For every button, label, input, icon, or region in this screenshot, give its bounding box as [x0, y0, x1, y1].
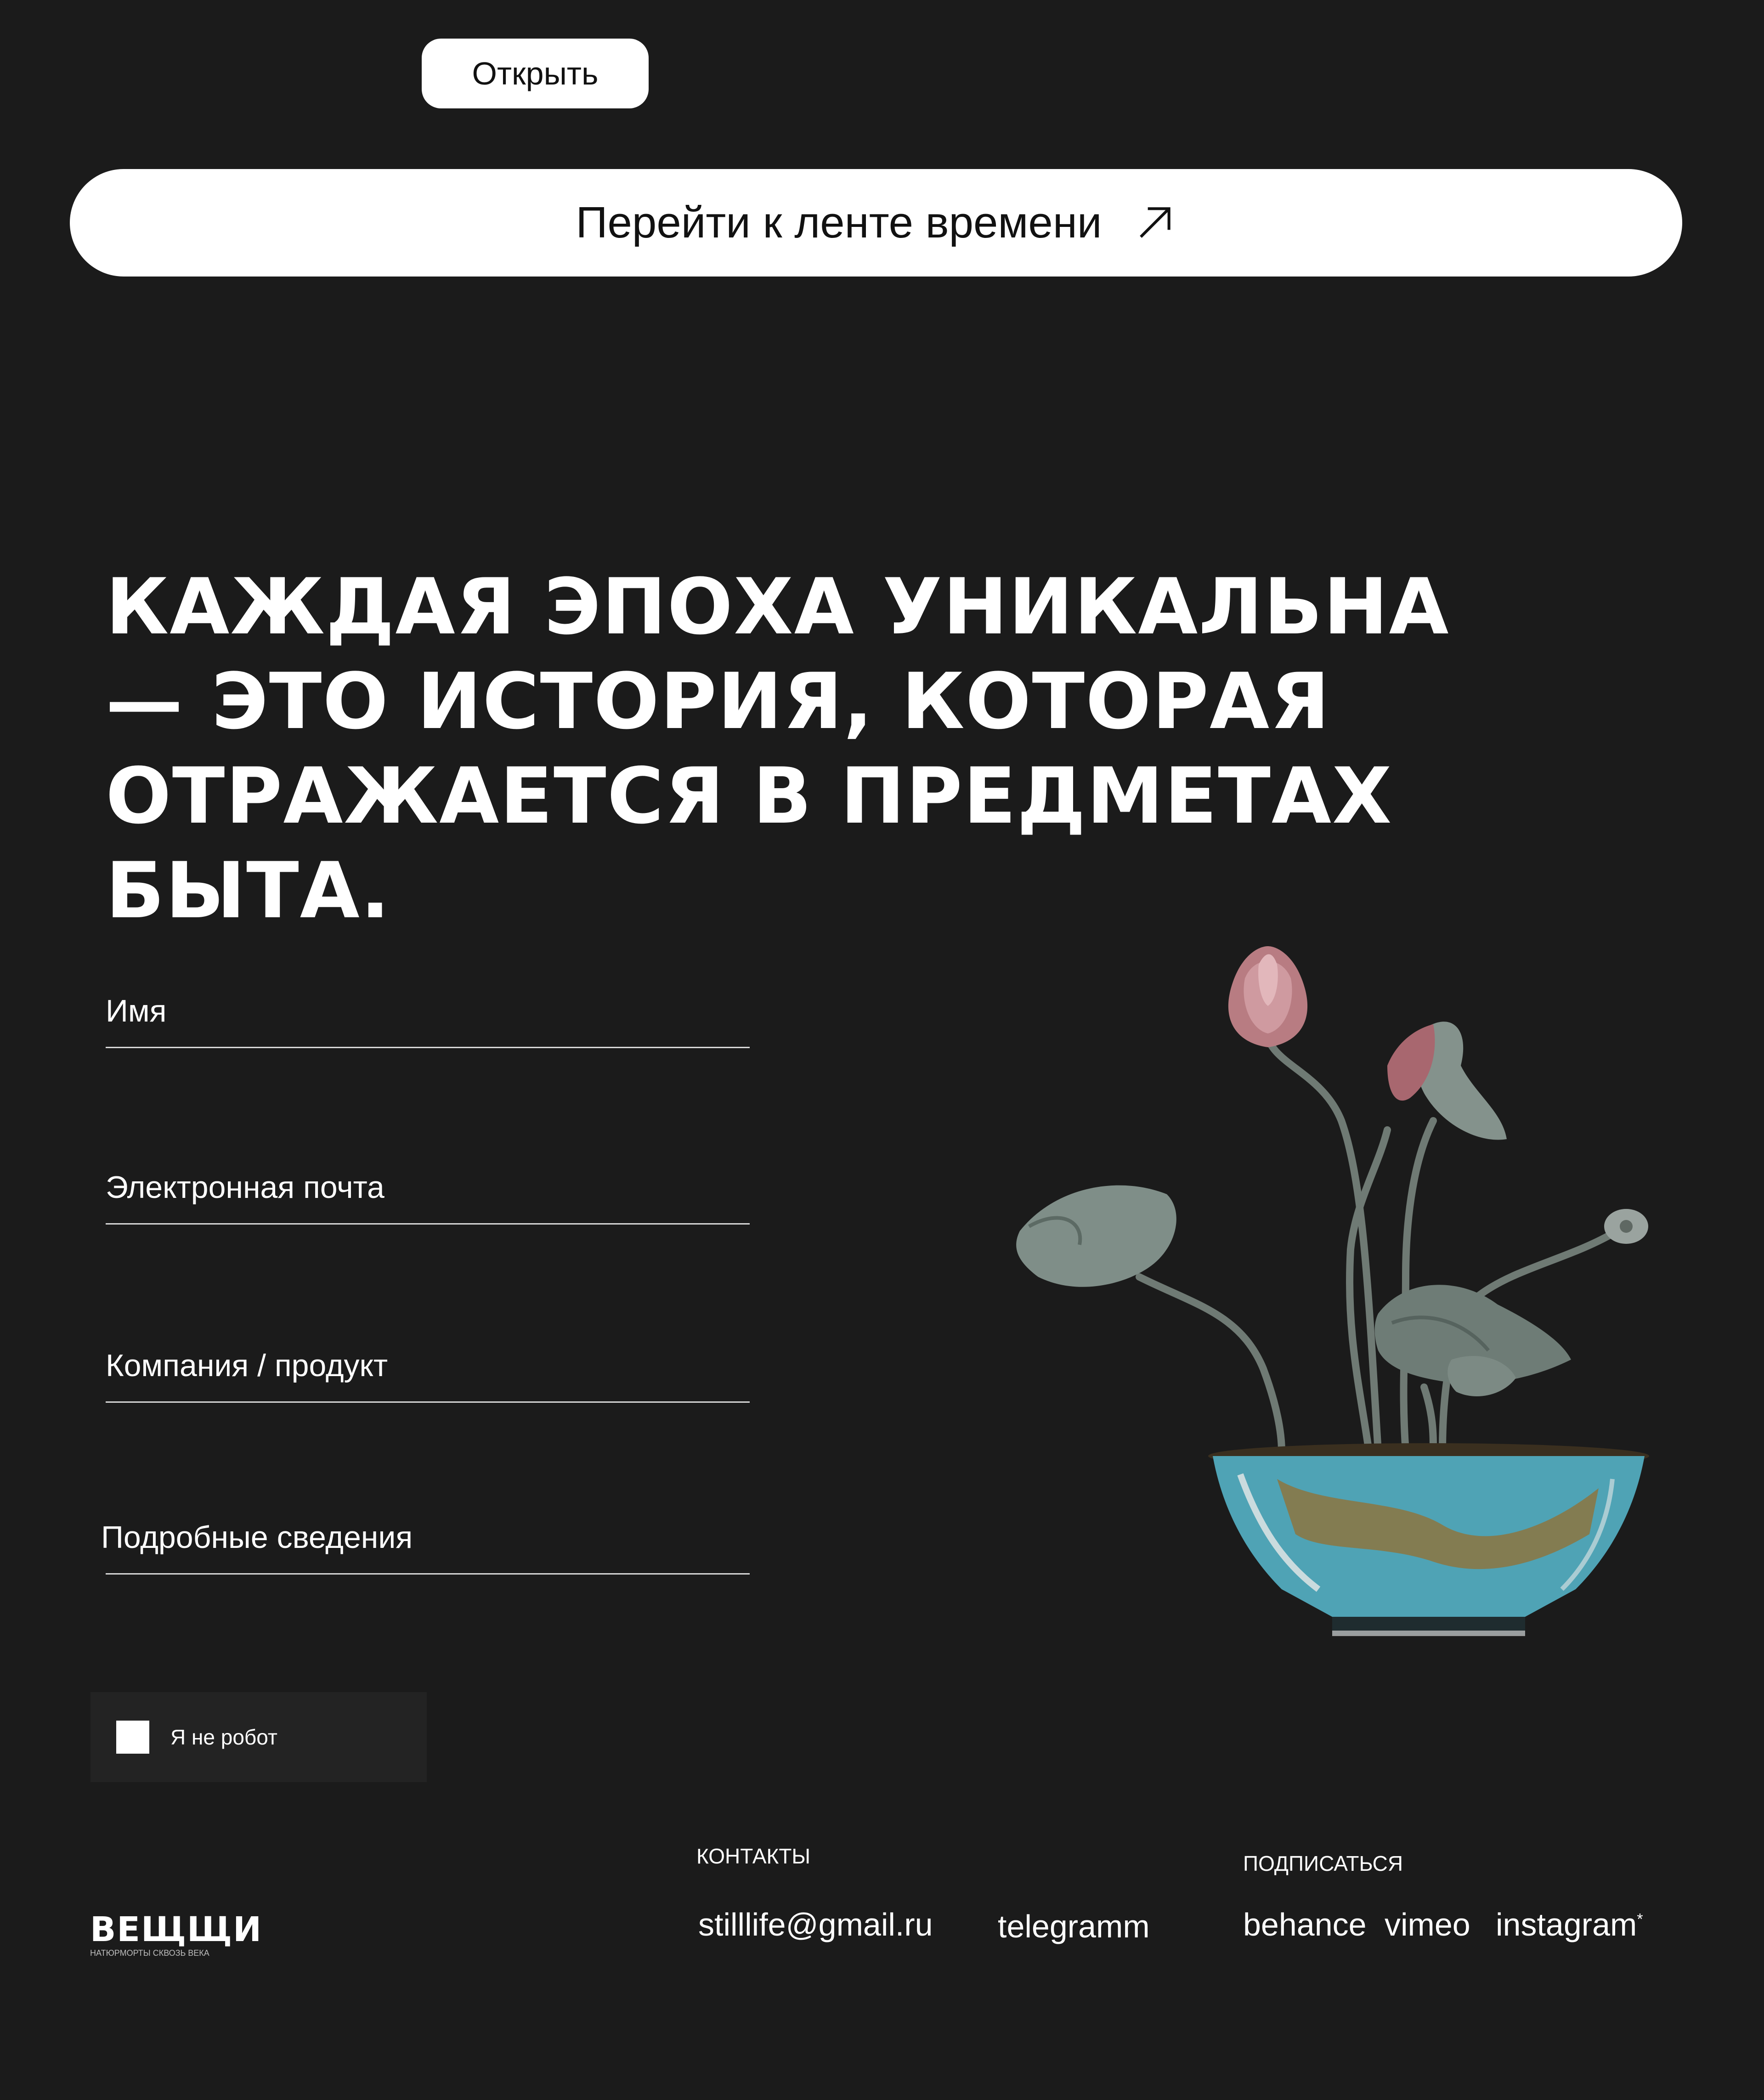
asterisk-icon: *	[1637, 1910, 1643, 1928]
details-field[interactable]: Подробные сведения	[101, 1520, 750, 1575]
company-field-label: Компания / продукт	[106, 1348, 388, 1383]
contacts-title: КОНТАКТЫ	[696, 1844, 811, 1868]
site-logo[interactable]: ВЕЩЩИ НАТЮРМОРТЫ СКВОЗЬ ВЕКА	[90, 1912, 262, 1959]
page-headline: КАЖДАЯ ЭПОХА УНИКАЛЬНА — ЭТО ИСТОРИЯ, КО…	[106, 559, 1484, 938]
open-button[interactable]: Открыть	[422, 39, 649, 108]
email-field[interactable]: Электронная почта	[106, 1170, 750, 1225]
lotus-bowl-image	[1016, 946, 1649, 1636]
company-field[interactable]: Компания / продукт	[106, 1348, 750, 1403]
timeline-button[interactable]: Перейти к ленте времени	[70, 169, 1682, 277]
name-field-underline	[106, 1047, 750, 1048]
company-field-underline	[106, 1401, 750, 1403]
captcha-label: Я не робот	[170, 1725, 277, 1749]
captcha-checkbox[interactable]	[116, 1721, 149, 1754]
name-field-label: Имя	[106, 994, 167, 1028]
email-field-label: Электронная почта	[106, 1170, 384, 1205]
details-field-underline	[106, 1573, 750, 1575]
logo-name: ВЕЩЩИ	[90, 1910, 263, 1949]
arrow-up-right-icon	[1140, 207, 1171, 238]
email-link[interactable]: stilllife@gmail.ru	[698, 1906, 933, 1943]
headline-line-3: ОТРАЖАЕТСЯ В ПРЕДМЕТАХ БЫТА.	[106, 751, 1393, 936]
captcha-widget: Я не робот	[90, 1692, 427, 1782]
details-field-label: Подробные сведения	[101, 1520, 413, 1555]
behance-link[interactable]: behance	[1243, 1906, 1367, 1943]
headline-line-2: — ЭТО ИСТОРИЯ, КОТОРАЯ	[106, 656, 1331, 746]
headline-line-1: КАЖДАЯ ЭПОХА УНИКАЛЬНА	[106, 562, 1450, 652]
vimeo-link[interactable]: vimeo	[1385, 1906, 1470, 1943]
timeline-button-label: Перейти к ленте времени	[576, 198, 1102, 247]
instagram-link[interactable]: instagram*	[1496, 1906, 1643, 1943]
telegram-link[interactable]: telegramm	[998, 1908, 1150, 1945]
instagram-link-label: instagram	[1496, 1907, 1637, 1942]
email-field-underline	[106, 1223, 750, 1225]
name-field[interactable]: Имя	[106, 994, 750, 1048]
leaf-left	[1016, 1185, 1176, 1287]
subscribe-title: ПОДПИСАТЬСЯ	[1243, 1852, 1403, 1875]
